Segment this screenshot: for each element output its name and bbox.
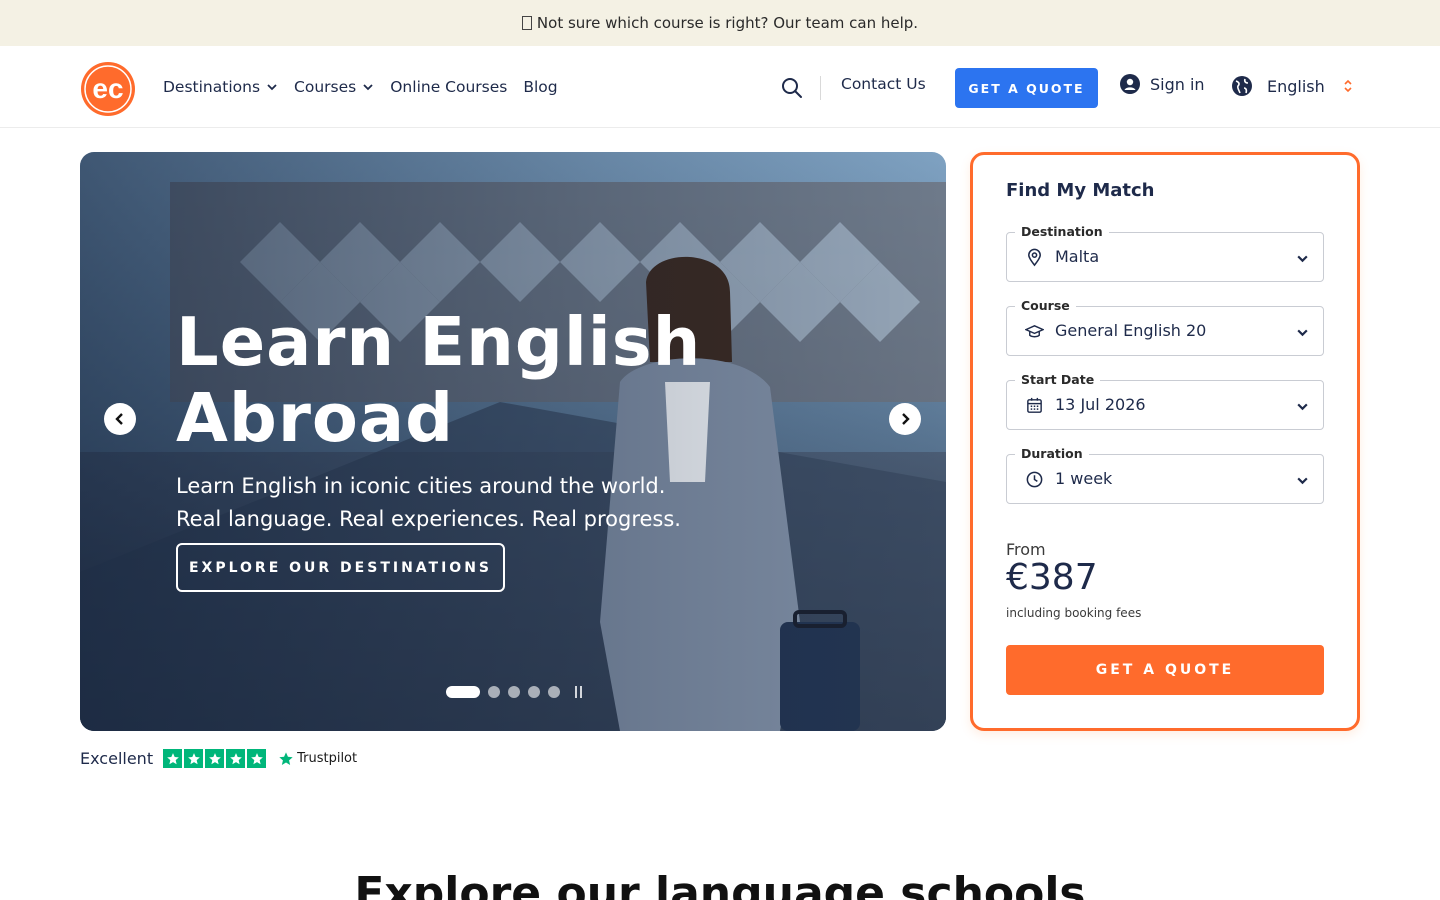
get-a-quote-button[interactable]: GET A QUOTE — [1006, 645, 1324, 695]
ec-logo[interactable]: ec — [80, 61, 136, 117]
course-value: General English 20 — [1055, 321, 1207, 340]
trustpilot-stars — [163, 749, 267, 768]
hero-carousel: Learn English Abroad Learn English in ic… — [80, 152, 946, 731]
star-icon — [184, 749, 204, 768]
start-date-select[interactable]: Start Date 13 Jul 2026 — [1006, 372, 1324, 430]
chevron-down-icon — [1297, 403, 1308, 411]
header-divider — [820, 76, 821, 100]
course-label: Course — [1015, 298, 1076, 313]
star-icon — [205, 749, 225, 768]
trustpilot-star-icon — [279, 751, 293, 765]
language-selector[interactable]: English — [1231, 75, 1353, 97]
calendar-icon — [1027, 397, 1042, 413]
carousel-dot-2[interactable] — [488, 686, 500, 698]
clock-icon — [1026, 471, 1043, 488]
site-header: ec Destinations Courses Online Courses B… — [0, 46, 1440, 128]
sign-in-label: Sign in — [1150, 74, 1205, 94]
find-my-match-card: Find My Match Destination Malta Course G… — [970, 152, 1360, 731]
announcement-text: Not sure which course is right? Our team… — [536, 14, 919, 32]
carousel-indicators — [446, 686, 584, 698]
contact-us-link[interactable]: Contact Us — [841, 75, 926, 93]
destination-value: Malta — [1055, 247, 1100, 266]
duration-select[interactable]: Duration 1 week — [1006, 446, 1324, 504]
course-select[interactable]: Course General English 20 — [1006, 298, 1324, 356]
language-label: English — [1267, 76, 1325, 96]
carousel-dot-1[interactable] — [446, 686, 480, 698]
duration-value: 1 week — [1055, 469, 1113, 488]
nav-blog-label: Blog — [523, 78, 558, 96]
carousel-dot-5[interactable] — [548, 686, 560, 698]
match-title: Find My Match — [1006, 180, 1155, 201]
chevron-left-icon — [115, 413, 123, 425]
chevron-down-icon — [267, 84, 277, 91]
carousel-next-button[interactable] — [889, 403, 921, 435]
nav-online-courses[interactable]: Online Courses — [390, 78, 507, 96]
hero-subtitle: Learn English in iconic cities around th… — [176, 470, 776, 536]
price-fees-note: including booking fees — [1006, 606, 1142, 620]
hero-title-line2: Abroad — [176, 379, 455, 457]
chevron-down-icon — [1297, 255, 1308, 263]
carousel-dot-3[interactable] — [508, 686, 520, 698]
get-a-quote-header-button[interactable]: GET A QUOTE — [955, 68, 1098, 108]
globe-icon — [1232, 76, 1252, 96]
announcement-bar[interactable]: Not sure which course is right? Our team… — [0, 0, 1440, 46]
map-pin-icon — [1028, 248, 1041, 267]
logo-text: ec — [92, 73, 123, 104]
trustpilot-rating-label: Excellent — [80, 749, 154, 768]
carousel-dot-4[interactable] — [528, 686, 540, 698]
carousel-prev-button[interactable] — [104, 403, 136, 435]
duration-label: Duration — [1015, 446, 1089, 461]
main-nav: Destinations Courses Online Courses Blog — [163, 46, 558, 128]
destination-select[interactable]: Destination Malta — [1006, 224, 1324, 282]
hero-title: Learn English Abroad — [176, 304, 796, 456]
hero-subtitle-line2: Real language. Real experiences. Real pr… — [176, 507, 681, 531]
star-icon — [247, 749, 267, 768]
nav-online-courses-label: Online Courses — [390, 78, 508, 96]
explore-destinations-button[interactable]: EXPLORE OUR DESTINATIONS — [176, 543, 505, 592]
destination-label: Destination — [1015, 224, 1109, 239]
graduation-cap-icon — [1025, 325, 1044, 338]
section-heading: Explore our language schools — [354, 868, 1086, 900]
chevron-down-icon — [1297, 477, 1308, 485]
user-icon — [1120, 74, 1140, 94]
start-date-label: Start Date — [1015, 372, 1101, 387]
start-date-value: 13 Jul 2026 — [1055, 395, 1146, 414]
hero-title-line1: Learn English — [176, 303, 702, 381]
star-icon — [226, 749, 246, 768]
nav-destinations-label: Destinations — [163, 78, 261, 96]
nav-destinations[interactable]: Destinations — [163, 78, 278, 96]
chevron-down-icon — [1297, 329, 1308, 337]
hero-subtitle-line1: Learn English in iconic cities around th… — [176, 474, 666, 498]
trustpilot-brand: Trustpilot — [297, 751, 358, 766]
sign-in-link[interactable]: Sign in — [1120, 74, 1205, 94]
search-icon[interactable] — [780, 76, 804, 100]
chevron-up-down-icon — [1344, 79, 1352, 93]
star-icon — [163, 749, 183, 768]
trustpilot-logo: Trustpilot — [278, 751, 357, 767]
nav-blog[interactable]: Blog — [523, 78, 557, 96]
chevron-right-icon — [902, 413, 910, 425]
nav-courses-label: Courses — [294, 78, 357, 96]
trustpilot-widget[interactable]: Excellent Trustpilot — [80, 749, 357, 768]
chevron-down-icon — [363, 84, 373, 91]
pause-icon[interactable] — [572, 686, 584, 698]
price-value: €387 — [1006, 557, 1098, 598]
missing-glyph-icon — [521, 16, 532, 30]
nav-courses[interactable]: Courses — [294, 78, 374, 96]
